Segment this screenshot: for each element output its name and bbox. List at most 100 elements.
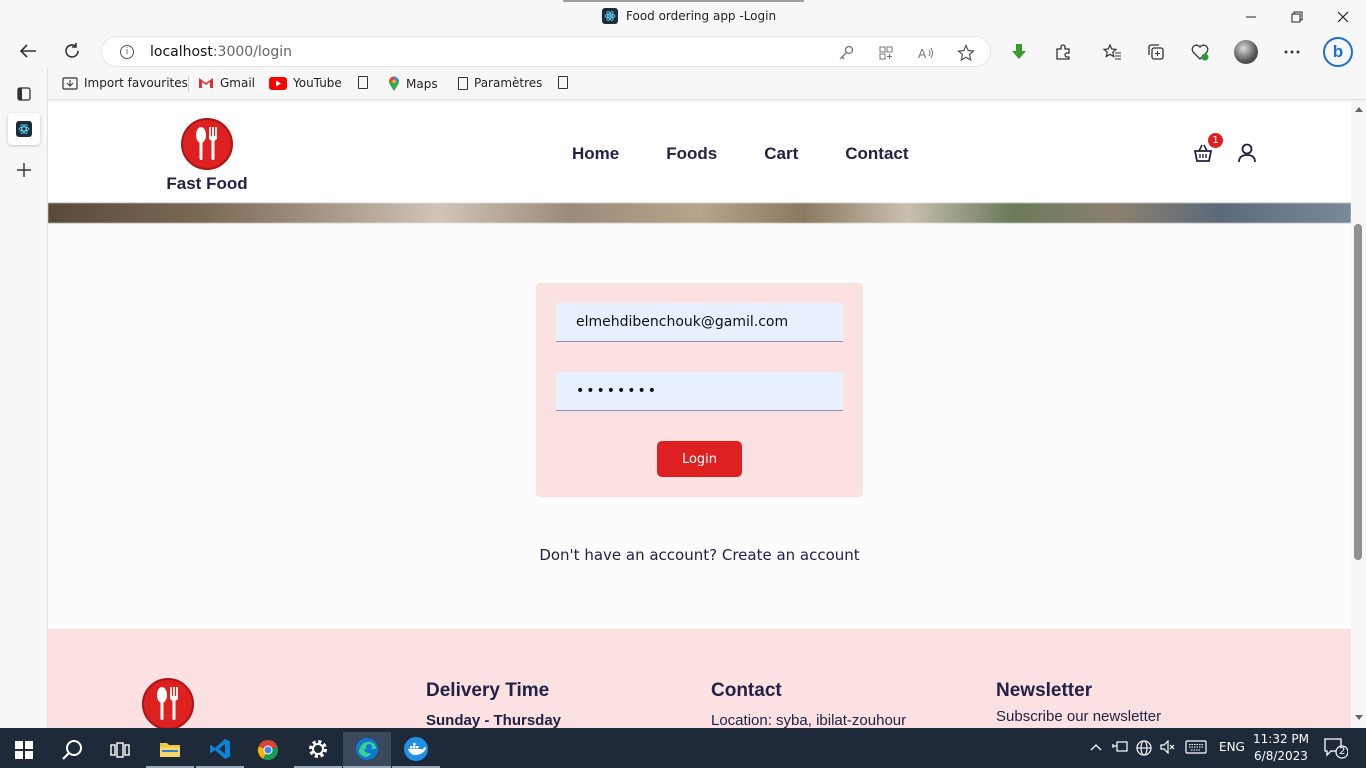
key-icon[interactable] — [837, 44, 855, 62]
maximize-button[interactable] — [1274, 6, 1320, 28]
window-title-text: Food ordering app -Login — [626, 9, 777, 23]
login-form: Login — [536, 283, 863, 497]
login-button[interactable]: Login — [657, 441, 742, 477]
user-icon[interactable] — [1236, 142, 1258, 164]
chrome-icon[interactable] — [244, 732, 292, 768]
page-viewport: Fast Food Home Foods Cart Contact 1 Logi… — [48, 102, 1351, 728]
footer-newsletter-column: Newsletter Subscribe our newsletter — [996, 680, 1161, 725]
vscode-icon[interactable] — [196, 732, 244, 768]
fav-maps[interactable]: Maps — [388, 76, 438, 92]
keyboard-icon[interactable] — [1185, 740, 1207, 757]
signup-text[interactable]: Don't have an account? Create an account — [539, 546, 859, 564]
page-scrollbar[interactable] — [1351, 102, 1366, 728]
profile-avatar[interactable] — [1232, 40, 1260, 64]
bing-copilot-icon[interactable]: b — [1322, 36, 1354, 68]
nav-cart[interactable]: Cart — [764, 144, 798, 164]
page-icon — [358, 76, 368, 89]
react-favicon-icon — [16, 121, 32, 137]
fav-youtube[interactable]: YouTube — [269, 76, 342, 90]
read-aloud-icon[interactable]: A — [917, 44, 935, 62]
address-url[interactable]: localhost:3000/login — [150, 44, 292, 60]
nav-foods[interactable]: Foods — [666, 144, 717, 164]
more-menu-icon[interactable] — [1278, 40, 1306, 64]
vertical-tabs-sidebar — [0, 68, 48, 728]
maps-icon — [389, 76, 399, 91]
fav-gmail[interactable]: Gmail — [198, 76, 255, 90]
tab-food-ordering-app[interactable] — [8, 113, 40, 145]
speaker-muted-icon[interactable] — [1160, 739, 1176, 757]
youtube-icon — [269, 76, 287, 90]
footer-contact-title: Contact — [711, 680, 782, 701]
fav-label: YouTube — [293, 76, 342, 90]
scroll-thumb[interactable] — [1354, 224, 1362, 560]
import-icon — [62, 77, 78, 90]
minimize-button[interactable] — [1228, 6, 1274, 28]
download-extension-icon[interactable] — [1005, 40, 1033, 64]
fav-label: Import favourites — [84, 76, 188, 90]
footer-delivery-column: Delivery Time Sunday - Thursday — [426, 680, 561, 728]
address-bar[interactable]: i localhost:3000/login A — [101, 36, 991, 67]
network-usb-icon[interactable] — [1112, 740, 1128, 757]
footer-contact-location: Location: syba, ibilat-zouhour — [711, 712, 907, 728]
show-hidden-icons[interactable] — [1090, 740, 1102, 754]
file-explorer-icon[interactable] — [146, 732, 194, 768]
site-info-icon[interactable]: i — [120, 45, 134, 59]
edge-browser-icon[interactable] — [343, 732, 391, 768]
spoon-fork-logo-icon — [181, 118, 233, 170]
fav-label: Paramètres — [474, 76, 543, 90]
clock-time: 11:32 PM — [1253, 732, 1309, 746]
site-header: Fast Food Home Foods Cart Contact 1 — [48, 102, 1351, 203]
fav-label: Maps — [406, 77, 438, 91]
settings-gear-icon[interactable] — [294, 732, 342, 768]
extensions-icon[interactable] — [1049, 40, 1077, 64]
window-title: Food ordering app -Login — [602, 8, 776, 24]
fav-page-1[interactable] — [358, 76, 368, 89]
windows-taskbar: ENG 11:32 PM 6/8/2023 2 — [0, 728, 1366, 768]
new-tab-icon[interactable] — [8, 154, 40, 186]
site-footer: Delivery Time Sunday - Thursday Contact … — [48, 629, 1351, 728]
notification-center-icon[interactable]: 2 — [1324, 737, 1349, 762]
language-indicator[interactable]: ENG — [1219, 740, 1245, 754]
taskbar-clock[interactable]: 11:32 PM 6/8/2023 — [1244, 731, 1318, 765]
scroll-up-icon[interactable] — [1355, 106, 1363, 112]
create-account-link[interactable]: Don't have an account? Create an account — [48, 546, 1351, 564]
windows-start-icon[interactable] — [0, 732, 48, 768]
scroll-down-icon[interactable] — [1355, 715, 1363, 721]
gmail-icon — [199, 78, 213, 88]
refresh-button[interactable] — [58, 38, 86, 64]
nav-contact[interactable]: Contact — [845, 144, 908, 164]
footer-newsletter-title: Newsletter — [996, 680, 1093, 701]
password-field[interactable] — [556, 372, 843, 411]
back-button[interactable] — [14, 38, 42, 64]
footer-contact-column: Contact Location: syba, ibilat-zouhour — [711, 680, 906, 728]
favourites-icon[interactable] — [1098, 40, 1126, 64]
active-tab-indicator — [563, 0, 804, 2]
footer-delivery-days: Sunday - Thursday — [426, 712, 562, 728]
fav-import-favourites[interactable]: Import favourites — [62, 76, 188, 90]
favourites-bar: Import favourites Gmail YouTube Maps Par… — [48, 68, 1366, 100]
task-view-icon[interactable] — [96, 732, 144, 768]
docker-icon[interactable] — [392, 732, 440, 768]
nav-home[interactable]: Home — [572, 144, 619, 164]
tab-actions-icon[interactable] — [8, 78, 40, 110]
favourite-star-icon[interactable] — [957, 44, 975, 62]
react-favicon-icon — [602, 8, 618, 24]
cart-count-badge: 1 — [1208, 133, 1223, 148]
fav-label: Gmail — [220, 76, 256, 90]
footer-delivery-title: Delivery Time — [426, 680, 550, 701]
fav-page-2[interactable] — [558, 76, 568, 89]
email-field[interactable] — [556, 303, 843, 342]
app-available-icon[interactable] — [877, 44, 895, 62]
fav-divider — [188, 76, 189, 92]
search-icon[interactable] — [48, 732, 96, 768]
page-icon — [458, 76, 468, 90]
browser-essentials-icon[interactable] — [1186, 40, 1214, 64]
notification-count: 2 — [1339, 746, 1346, 757]
collections-icon[interactable] — [1142, 40, 1170, 64]
close-window-button[interactable] — [1320, 6, 1366, 28]
spoon-fork-logo-icon — [142, 678, 194, 728]
footer-newsletter-text: Subscribe our newsletter — [996, 708, 1162, 725]
site-logo[interactable]: Fast Food — [162, 118, 252, 194]
globe-network-icon[interactable] — [1136, 740, 1152, 759]
fav-parametres[interactable]: Paramètres — [458, 76, 542, 90]
